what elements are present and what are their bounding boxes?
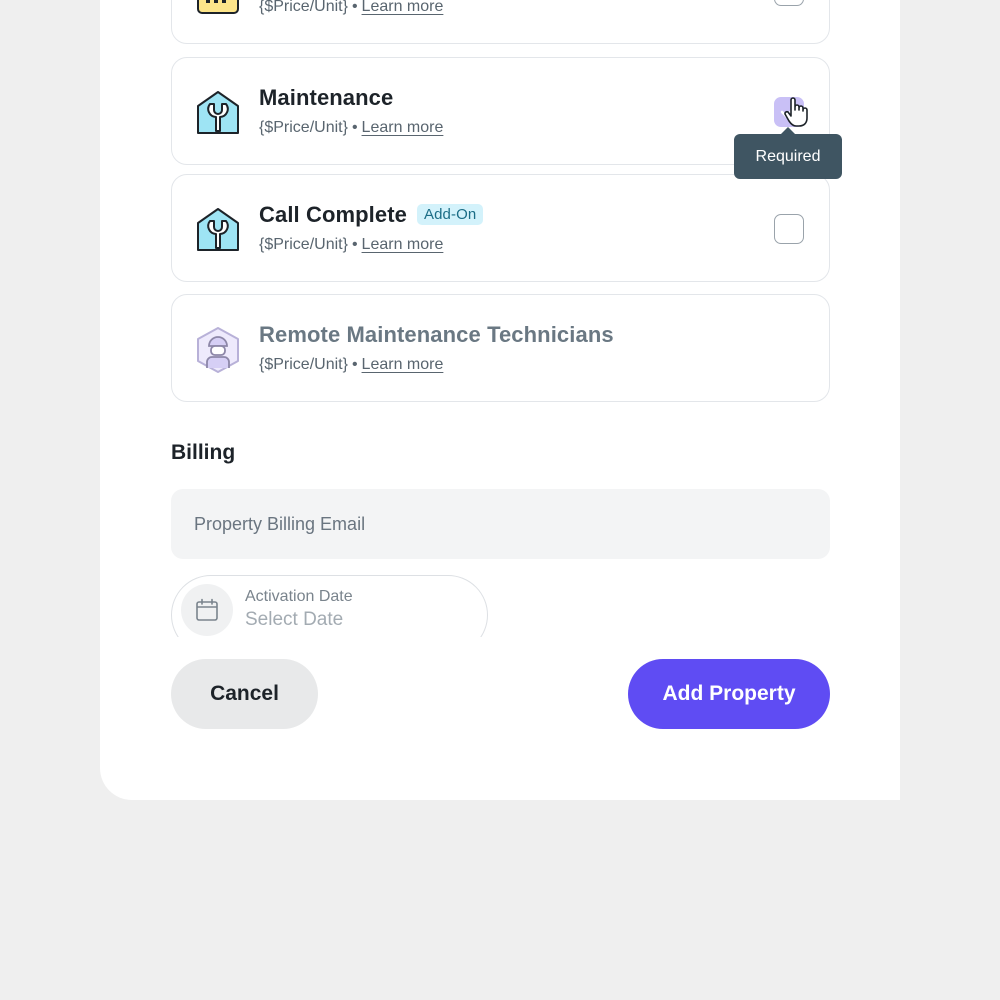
required-tooltip: Required — [734, 127, 842, 179]
rate-card-icon — [197, 0, 239, 14]
separator: • — [351, 356, 358, 373]
product-subtitle: {$Price/Unit} • Learn more — [259, 236, 443, 254]
calendar-icon — [196, 598, 218, 621]
tooltip-text: Required — [755, 147, 821, 165]
product-subtitle: {$Price/Unit} • Learn more — [259, 356, 443, 374]
learn-more-link[interactable]: Learn more — [362, 0, 444, 15]
product-subtitle: {$Price/Unit} • Learn more — [259, 0, 443, 16]
product-card-call-complete[interactable]: Call Complete Add-On {$Price/Unit} • Learn … — [171, 174, 830, 282]
product-title: Call Complete Add-On — [259, 202, 484, 228]
cancel-button[interactable]: Cancel — [171, 659, 318, 729]
product-title-text: Call Complete — [259, 202, 407, 227]
product-card-remote-technicians: Remote Maintenance Technicians {$Price/U… — [171, 294, 830, 402]
activation-date-field[interactable]: Activation Date Select Date — [171, 575, 488, 637]
product-subtitle: {$Price/Unit} • Learn more — [259, 119, 443, 137]
product-checkbox[interactable] — [774, 214, 804, 244]
billing-email-placeholder: Property Billing Email — [194, 513, 366, 534]
product-card-top[interactable]: {$Price/Unit} • Learn more — [171, 0, 830, 44]
activation-date-label: Activation Date — [245, 588, 353, 605]
product-title: Maintenance — [259, 85, 394, 110]
separator: • — [351, 119, 358, 136]
separator: • — [351, 236, 358, 253]
wrench-house-icon — [197, 91, 239, 134]
product-card-maintenance[interactable]: Maintenance {$Price/Unit} • Learn more — [171, 57, 830, 165]
learn-more-link[interactable]: Learn more — [362, 119, 444, 136]
learn-more-link[interactable]: Learn more — [362, 356, 444, 373]
product-checkbox[interactable] — [774, 0, 804, 6]
billing-email-input[interactable]: Property Billing Email — [171, 489, 830, 559]
technician-icon — [197, 327, 239, 373]
price-text: {$Price/Unit} — [259, 356, 348, 373]
wrench-house-icon — [197, 208, 239, 251]
add-on-badge: Add-On — [417, 204, 484, 225]
learn-more-link[interactable]: Learn more — [362, 236, 444, 253]
activation-date-value: Select Date — [245, 609, 344, 630]
price-text: {$Price/Unit} — [259, 119, 348, 136]
price-text: {$Price/Unit} — [259, 236, 348, 253]
product-title: Remote Maintenance Technicians — [259, 322, 614, 347]
calendar-button[interactable] — [181, 584, 233, 636]
add-property-button[interactable]: Add Property — [628, 659, 830, 729]
separator: • — [351, 0, 358, 15]
price-text: {$Price/Unit} — [259, 0, 348, 15]
activation-date-field-clip: Activation Date Select Date — [171, 575, 501, 637]
billing-heading: Billing — [171, 441, 236, 464]
hand-pointer-icon — [784, 97, 808, 127]
